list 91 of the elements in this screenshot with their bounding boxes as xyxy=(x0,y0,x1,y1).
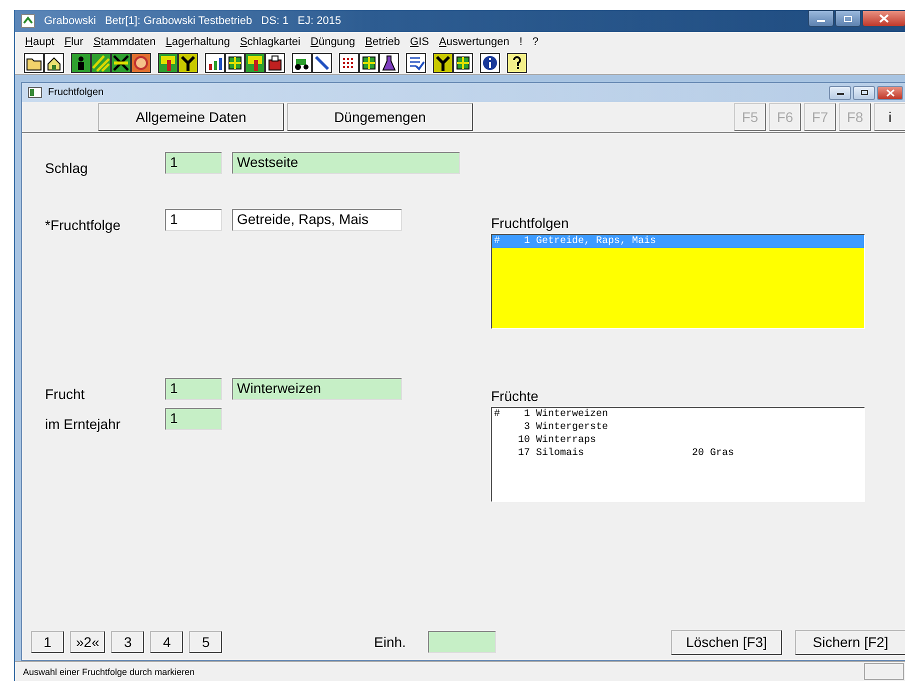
menu-item[interactable]: Betrieb xyxy=(365,36,400,48)
app-icon xyxy=(21,14,35,28)
status-text: Auswahl einer Fruchtfolge durch markieren xyxy=(23,666,195,676)
input-field[interactable] xyxy=(428,631,496,653)
tractor-icon[interactable] xyxy=(292,53,312,73)
bar-chart-icon[interactable] xyxy=(205,53,225,73)
info-icon[interactable] xyxy=(480,53,500,73)
circle-icon[interactable] xyxy=(131,53,151,73)
grid-icon[interactable] xyxy=(225,53,245,73)
window-title: Fruchtfolgen xyxy=(48,87,104,98)
folder-icon[interactable] xyxy=(24,53,44,73)
field-label: Frucht xyxy=(45,385,86,402)
menu-item[interactable]: Lagerhaltung xyxy=(166,36,230,48)
page-button[interactable]: 3 xyxy=(111,631,144,653)
list-number: 17 xyxy=(516,447,530,460)
menu-item[interactable]: ! xyxy=(519,36,522,48)
row-marker: # xyxy=(493,408,502,421)
list-number: 1 xyxy=(522,235,530,248)
list-entry: Silomais xyxy=(536,447,584,460)
wrench-icon[interactable] xyxy=(312,53,332,73)
list-entry: Getreide, Raps, Mais xyxy=(536,235,656,248)
list-number: 3 xyxy=(522,421,530,434)
crate-icon[interactable] xyxy=(265,53,285,73)
menu-item[interactable]: ? xyxy=(532,36,539,48)
close-icon xyxy=(886,88,894,96)
action-button[interactable]: Sichern [F2] xyxy=(795,630,905,654)
page-button[interactable]: 4 xyxy=(150,631,184,653)
input-field[interactable]: Winterweizen xyxy=(232,378,402,400)
grid-icon[interactable] xyxy=(359,53,379,73)
fork-icon[interactable] xyxy=(433,53,453,73)
input-field[interactable]: 1 xyxy=(165,152,222,174)
menu-item[interactable]: Stammdaten xyxy=(93,36,156,48)
list-number: 10 xyxy=(516,434,530,447)
row-marker: # xyxy=(493,235,502,248)
fork-icon[interactable] xyxy=(178,53,198,73)
close-button[interactable] xyxy=(877,86,903,100)
checklist-icon[interactable] xyxy=(406,53,426,73)
page-button[interactable]: »2« xyxy=(70,631,106,653)
menu-item[interactable]: GIS xyxy=(410,36,430,48)
list-number: 1 xyxy=(522,408,530,421)
action-button[interactable]: Löschen [F3] xyxy=(671,630,782,654)
input-field[interactable]: 1 xyxy=(165,209,222,231)
list-title: Früchte xyxy=(491,388,540,404)
menu-item[interactable]: Schlagkartei xyxy=(240,36,300,48)
input-field[interactable]: 1 xyxy=(165,408,222,430)
list-entry: Winterweizen xyxy=(536,408,608,421)
page-button[interactable]: 5 xyxy=(189,631,222,653)
list-number: 20 xyxy=(691,447,704,460)
field-label: *Fruchtfolge xyxy=(45,216,122,233)
window-icon xyxy=(28,87,42,98)
function-key-button[interactable]: i xyxy=(874,103,905,131)
minimize-button[interactable] xyxy=(829,86,851,100)
grid-icon[interactable] xyxy=(453,53,473,73)
input-field[interactable]: Westseite xyxy=(232,152,460,174)
maximize-button[interactable] xyxy=(835,10,861,27)
input-field[interactable]: 1 xyxy=(165,378,222,400)
list-box[interactable]: # 1 Winterweizen 3 Wintergerste 10 Winterraps 17 Silomais 20 Gras xyxy=(491,407,865,502)
menu-item[interactable]: Auswertungen xyxy=(439,36,510,48)
cross-icon[interactable] xyxy=(111,53,131,73)
help-icon[interactable] xyxy=(507,53,527,73)
window-title: EJ: 2015 xyxy=(298,15,342,27)
restore-button[interactable] xyxy=(853,86,875,100)
input-field[interactable]: Getreide, Raps, Mais xyxy=(232,209,402,231)
close-button[interactable] xyxy=(862,10,905,27)
field-label: Einh. xyxy=(374,634,406,650)
field-label: Schlag xyxy=(45,159,89,176)
close-icon xyxy=(879,14,889,23)
field-label: im Erntejahr xyxy=(45,415,122,432)
window-title: Betr[1]: Grabowski Testbetrieb xyxy=(104,15,252,27)
dotted-field-icon[interactable] xyxy=(339,53,359,73)
tab[interactable]: Düngemengen xyxy=(287,103,473,131)
flag-icon[interactable] xyxy=(245,53,265,73)
menu-item[interactable]: Haupt xyxy=(25,36,54,48)
list-entry: Wintergerste xyxy=(536,421,608,434)
minimize-button[interactable] xyxy=(808,10,834,27)
maximize-icon xyxy=(843,14,853,22)
flask-icon[interactable] xyxy=(379,53,399,73)
list-title: Fruchtfolgen xyxy=(491,215,570,231)
menu-item[interactable]: Flur xyxy=(64,36,84,48)
menu-item[interactable]: Düngung xyxy=(310,36,356,48)
stripes-icon[interactable] xyxy=(91,53,111,73)
restore-icon xyxy=(860,89,868,96)
list-entry: Winterraps xyxy=(536,434,596,447)
house-icon[interactable] xyxy=(44,53,64,73)
window-title: DS: 1 xyxy=(261,15,289,27)
flag-icon[interactable] xyxy=(158,53,178,73)
tab[interactable]: Allgemeine Daten xyxy=(98,103,284,131)
window-title: Grabowski xyxy=(44,15,96,27)
list-entry: Gras xyxy=(710,447,734,460)
page-button[interactable]: 1 xyxy=(31,631,64,653)
figure-icon[interactable] xyxy=(71,53,91,73)
